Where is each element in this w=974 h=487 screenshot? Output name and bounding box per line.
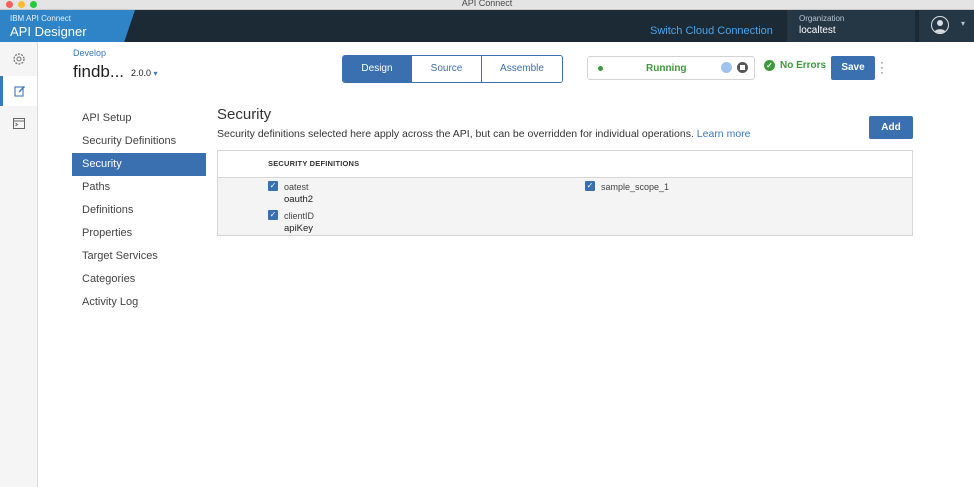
table-header-label: SECURITY DEFINITIONS <box>268 159 360 168</box>
page-title: Security <box>217 106 272 123</box>
status-dot-icon <box>598 66 603 71</box>
brand-logo[interactable]: IBM API Connect API Designer <box>0 10 135 42</box>
tab-design[interactable]: Design <box>343 56 411 82</box>
table-header: SECURITY DEFINITIONS <box>218 151 912 178</box>
checkbox-clientid[interactable]: ✓ <box>268 210 278 220</box>
stop-server-button[interactable] <box>737 62 748 73</box>
save-button[interactable]: Save <box>831 56 875 80</box>
definition-type: apiKey <box>284 223 314 234</box>
chevron-down-icon: ▾ <box>961 19 966 28</box>
sidenav-item-paths[interactable]: Paths <box>72 176 206 199</box>
brand-title: API Designer <box>10 24 87 39</box>
kebab-menu-icon[interactable]: · · · <box>879 56 885 78</box>
sidenav-item-categories[interactable]: Categories <box>72 268 206 291</box>
add-button[interactable]: Add <box>869 116 913 139</box>
security-definitions-table: SECURITY DEFINITIONS ✓ oatest oauth2 ✓ c… <box>217 150 913 236</box>
top-bar: IBM API Connect API Designer Switch Clou… <box>0 10 974 42</box>
organization-value: localtest <box>799 25 836 36</box>
server-status: Running <box>587 56 755 80</box>
sidenav-item-definitions[interactable]: Definitions <box>72 199 206 222</box>
checkmark-icon: ✓ <box>764 60 775 71</box>
description-text: Security definitions selected here apply… <box>217 128 694 140</box>
sidenav-item-api-setup[interactable]: API Setup <box>72 107 206 130</box>
rail-terminal-button[interactable] <box>0 108 37 138</box>
scope-name: sample_scope_1 <box>601 182 670 192</box>
organization-label: Organization <box>799 14 845 23</box>
sidenav-item-security[interactable]: Security <box>72 153 206 176</box>
user-avatar-icon <box>931 16 949 34</box>
checkbox-oatest[interactable]: ✓ <box>268 181 278 191</box>
version-label: 2.0.0 <box>131 68 152 78</box>
sidenav-item-target-services[interactable]: Target Services <box>72 245 206 268</box>
version-selector[interactable]: 2.0.0 ▾ <box>131 68 158 78</box>
rail-settings-button[interactable] <box>0 44 37 74</box>
status-text: Running <box>646 63 687 74</box>
window-titlebar: API Connect <box>0 0 974 10</box>
edit-icon <box>14 86 25 97</box>
restart-server-button[interactable] <box>721 62 732 73</box>
organization-selector[interactable]: Organization localtest <box>787 10 915 42</box>
checkbox-sample-scope[interactable]: ✓ <box>585 181 595 191</box>
error-status[interactable]: ✓ No Errors <box>764 60 826 71</box>
terminal-icon <box>12 117 25 129</box>
brand-product: IBM API Connect <box>10 14 71 23</box>
user-menu[interactable]: ▾ <box>918 10 974 42</box>
api-name: findb... <box>73 62 125 81</box>
learn-more-link[interactable]: Learn more <box>697 128 751 140</box>
tab-source[interactable]: Source <box>411 56 481 82</box>
definition-type: oauth2 <box>284 194 314 205</box>
definition-name: oatest <box>284 182 309 192</box>
tab-assemble[interactable]: Assemble <box>481 56 562 82</box>
view-tabs: Design Source Assemble <box>342 55 563 83</box>
sidenav-item-activity-log[interactable]: Activity Log <box>72 291 206 314</box>
definition-name: clientID <box>284 211 315 221</box>
rail-develop-button[interactable] <box>0 76 37 106</box>
sidenav-item-properties[interactable]: Properties <box>72 222 206 245</box>
switch-cloud-link[interactable]: Switch Cloud Connection <box>650 25 773 37</box>
sidenav-item-security-definitions[interactable]: Security Definitions <box>72 130 206 153</box>
left-rail <box>0 42 38 487</box>
window-title: API Connect <box>461 0 513 8</box>
breadcrumb[interactable]: Develop <box>73 48 106 58</box>
chevron-down-icon: ▾ <box>153 69 158 78</box>
error-status-text: No Errors <box>780 60 827 71</box>
settings-gear-icon <box>12 53 25 65</box>
section-nav: API Setup Security Definitions Security … <box>72 107 206 314</box>
page-description: Security definitions selected here apply… <box>217 128 751 140</box>
